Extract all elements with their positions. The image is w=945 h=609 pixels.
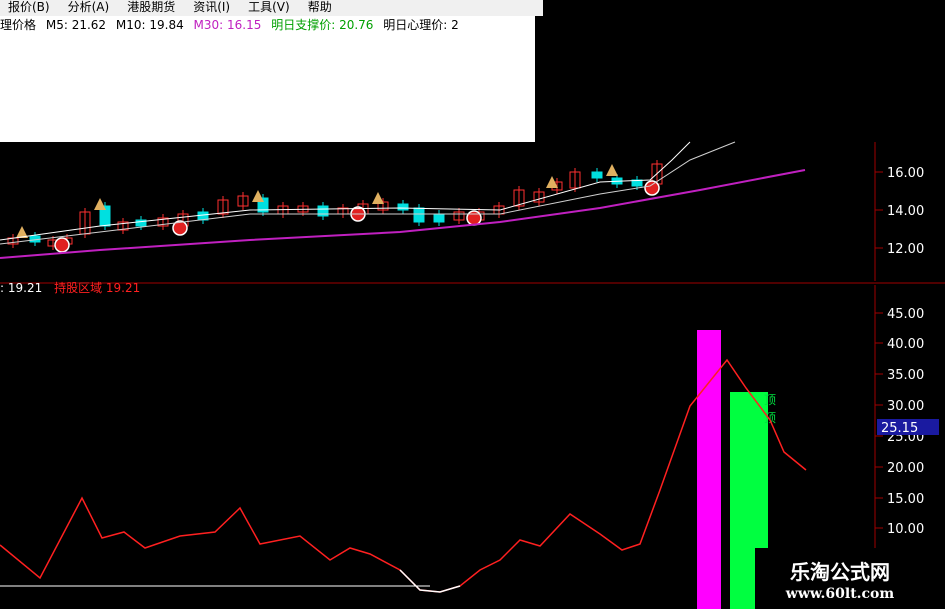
candle-body: [413, 207, 425, 223]
stock-chart[interactable]: 16.0014.0012.0045.0040.0035.0030.0025.00…: [0, 0, 945, 609]
candle-body: [397, 203, 409, 211]
upper-tick-label: 14.00: [887, 204, 924, 219]
candle-body: [433, 213, 445, 223]
indicator-panel: 顶顶: [0, 330, 807, 609]
tent-marker: [606, 164, 618, 176]
signal-marker: [466, 210, 482, 226]
lower-tick-label: 40.00: [887, 337, 924, 352]
lower-tick-label: 20.00: [887, 461, 924, 476]
lower-tick-label: 30.00: [887, 399, 924, 414]
bar-annotation: 顶: [764, 393, 776, 407]
watermark: 乐淘公式网 www.60lt.com: [755, 548, 925, 609]
ma10-line: [0, 141, 736, 245]
ma5-line: [0, 141, 691, 241]
watermark-title: 乐淘公式网: [790, 560, 890, 584]
hold-zone-value: 19.21: [105, 281, 141, 295]
indicator-line-segment: [399, 569, 461, 593]
tent-marker: [94, 198, 106, 210]
indicator-value: 19.21: [7, 281, 43, 295]
signal-marker: [54, 237, 70, 253]
upper-tick-label: 16.00: [887, 166, 924, 181]
upper-tick-label: 12.00: [887, 242, 924, 257]
lower-tick-label: 35.00: [887, 368, 924, 383]
tent-marker: [252, 190, 264, 202]
tent-marker: [372, 192, 384, 204]
indicator-legend: : 19.21 持股区域 19.21: [0, 281, 141, 295]
bar-annotation: 顶: [764, 411, 776, 425]
candle-body: [591, 171, 603, 179]
indicator-line: [0, 358, 807, 593]
lower-tick-label: 10.00: [887, 522, 924, 537]
lower-tick-label: 45.00: [887, 307, 924, 322]
watermark-url: www.60lt.com: [785, 586, 895, 602]
signal-marker: [644, 180, 660, 196]
hold-zone-label: 持股区域: [54, 281, 103, 295]
candlesticks: [7, 160, 663, 253]
lower-tick-label: 15.00: [887, 492, 924, 507]
current-value-label: 25.15: [881, 421, 918, 436]
